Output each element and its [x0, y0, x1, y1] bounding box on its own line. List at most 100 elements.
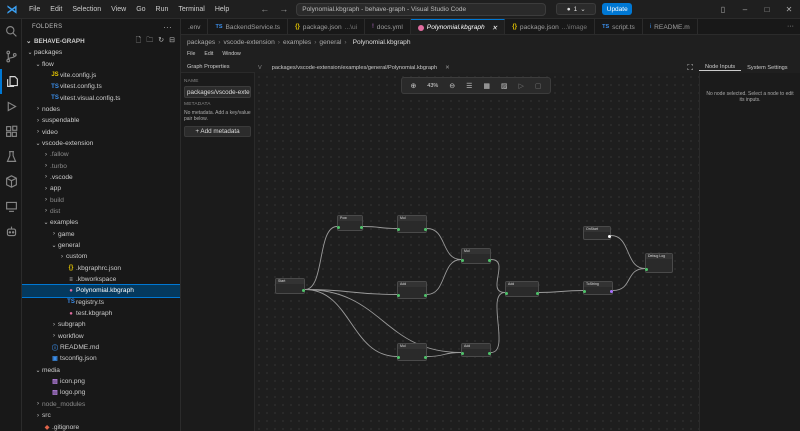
new-folder-icon[interactable]: 🗀	[146, 36, 153, 47]
menu-item-terminal[interactable]: Terminal	[173, 6, 209, 13]
tree-file[interactable]: TS vitest.visual.config.ts	[22, 92, 180, 103]
editor-tab[interactable]: .env	[181, 19, 209, 34]
tree-file[interactable]: {} .kbgraphrc.json	[22, 263, 180, 274]
tree-file[interactable]: ● Polynomial.kbgraph	[22, 284, 180, 298]
tree-folder[interactable]: › .turbo	[22, 160, 180, 171]
update-button[interactable]: Update	[602, 3, 633, 15]
tree-file[interactable]: TS registry.ts	[22, 297, 180, 308]
tree-file[interactable]: ≡ .kbworkspace	[22, 274, 180, 285]
breadcrumb-item[interactable]: vscode-extension	[223, 39, 274, 46]
node-output-port[interactable]	[424, 294, 427, 297]
tree-folder[interactable]: ⌄ media	[22, 365, 180, 376]
node-input-port[interactable]	[505, 292, 508, 295]
forward-arrow-icon[interactable]: →	[279, 4, 288, 14]
graph-node[interactable]: Mul	[461, 248, 491, 264]
tree-folder[interactable]: ⌄ flow	[22, 58, 180, 69]
graph-node[interactable]: ToString	[583, 281, 613, 295]
tree-folder[interactable]: › .vscode	[22, 172, 180, 183]
node-output-port[interactable]	[488, 259, 491, 262]
graph-name-input[interactable]: packages/vscode-exten	[184, 86, 251, 98]
tree-folder[interactable]: › subgraph	[22, 319, 180, 330]
more-actions-icon[interactable]: ···	[787, 23, 794, 30]
tree-folder[interactable]: ⌄ vscode-extension	[22, 138, 180, 149]
tree-file[interactable]: TS vitest.config.ts	[22, 81, 180, 92]
menu-item-view[interactable]: View	[106, 6, 131, 13]
editor-tab[interactable]: ! docs.yml	[365, 19, 411, 34]
node-input-port[interactable]	[337, 226, 340, 229]
tree-file[interactable]: ◆ .gitignore	[22, 421, 180, 431]
workspace-root[interactable]: ⌄ BEHAVE-GRAPH 🗋 🗀 ↻ ⊟	[22, 35, 180, 47]
new-file-icon[interactable]: 🗋	[136, 36, 142, 47]
menu-item-run[interactable]: Run	[151, 6, 174, 13]
graph-node[interactable]: Add	[397, 281, 427, 299]
tree-file[interactable]: ▣ tsconfig.json	[22, 353, 180, 364]
graph-node[interactable]: OnStart	[583, 226, 611, 240]
explorer-icon[interactable]	[0, 69, 22, 94]
search-icon[interactable]	[0, 19, 22, 44]
breadcrumb-item[interactable]: examples	[283, 39, 311, 46]
graph-node[interactable]: Add	[505, 281, 539, 297]
node-output-port[interactable]	[424, 228, 427, 231]
collapse-all-icon[interactable]: ⊟	[169, 36, 175, 47]
more-actions-icon[interactable]: ···	[163, 23, 172, 32]
graph-node[interactable]: Pow	[337, 215, 363, 231]
node-input-port[interactable]	[645, 268, 648, 271]
run-debug-icon[interactable]	[0, 94, 22, 119]
remote-explorer-icon[interactable]	[0, 194, 22, 219]
tree-folder[interactable]: › nodes	[22, 104, 180, 115]
tab-close-icon[interactable]: ✕	[445, 65, 450, 71]
editor-tab[interactable]: i README.m	[643, 19, 698, 34]
fullscreen-icon[interactable]: ⛶	[687, 63, 693, 73]
breadcrumb-item[interactable]: general	[319, 39, 341, 46]
graph-node[interactable]: Mul	[397, 343, 427, 361]
tree-folder[interactable]: › build	[22, 194, 180, 205]
refresh-icon[interactable]: ↻	[158, 36, 164, 47]
node-input-port[interactable]	[397, 294, 400, 297]
breadcrumb-item[interactable]: Polynomial.kbgraph	[353, 39, 411, 46]
tab-close-icon[interactable]: ✕	[492, 24, 498, 32]
command-center[interactable]: Polynomial.kbgraph - behave-graph - Visu…	[296, 2, 547, 16]
add-metadata-button[interactable]: + Add metadata	[184, 126, 251, 137]
bot-icon[interactable]	[0, 219, 22, 244]
tree-folder[interactable]: › node_modules	[22, 399, 180, 410]
tree-folder[interactable]: › video	[22, 126, 180, 137]
menu-item-edit[interactable]: Edit	[45, 6, 67, 13]
tree-folder[interactable]: ⌄ general	[22, 240, 180, 251]
copilot-button[interactable]: ● 1 ⌄	[556, 3, 597, 15]
node-output-port[interactable]	[536, 292, 539, 295]
graph-node[interactable]: Mul	[397, 215, 427, 233]
graph-menu-window[interactable]: Window	[222, 51, 240, 57]
tree-folder[interactable]: ⌄ examples	[22, 217, 180, 228]
editor-tab[interactable]: TS script.ts	[595, 19, 643, 34]
tree-folder[interactable]: › .fallow	[22, 149, 180, 160]
tree-file[interactable]: ▨ icon.png	[22, 376, 180, 387]
graph-node[interactable]: Debug Log	[645, 253, 673, 273]
tree-folder[interactable]: › dist	[22, 206, 180, 217]
editor-tab[interactable]: {} package.json ...\image	[505, 19, 596, 34]
editor-tab[interactable]: TS BackendService.ts	[208, 19, 289, 34]
node-input-port[interactable]	[461, 352, 464, 355]
node-output-port[interactable]	[302, 289, 305, 292]
node-output-port[interactable]	[608, 235, 611, 238]
tree-file[interactable]: JS vite.config.js	[22, 70, 180, 81]
breadcrumb-item[interactable]: packages	[187, 39, 215, 46]
tree-folder[interactable]: › app	[22, 183, 180, 194]
maximize-icon[interactable]: □	[756, 5, 778, 14]
testing-icon[interactable]	[0, 144, 22, 169]
tree-file[interactable]: ▨ logo.png	[22, 387, 180, 398]
graph-node[interactable]: Start	[275, 278, 305, 294]
graph-node[interactable]: Add	[461, 343, 491, 357]
editor-tab[interactable]: Polynomial.kbgraph ✕	[410, 19, 506, 34]
editor-tab[interactable]: {} package.json ...\ui	[288, 19, 366, 34]
node-output-port[interactable]	[424, 356, 427, 359]
tree-folder[interactable]: › game	[22, 229, 180, 240]
node-input-port[interactable]	[583, 290, 586, 293]
back-arrow-icon[interactable]: ←	[260, 4, 269, 14]
menu-item-help[interactable]: Help	[210, 6, 234, 13]
node-input-port[interactable]	[397, 228, 400, 231]
package-icon[interactable]	[0, 169, 22, 194]
menu-item-file[interactable]: File	[24, 6, 45, 13]
node-input-port[interactable]	[461, 259, 464, 262]
tree-folder[interactable]: › src	[22, 410, 180, 421]
node-output-port[interactable]	[610, 290, 613, 293]
